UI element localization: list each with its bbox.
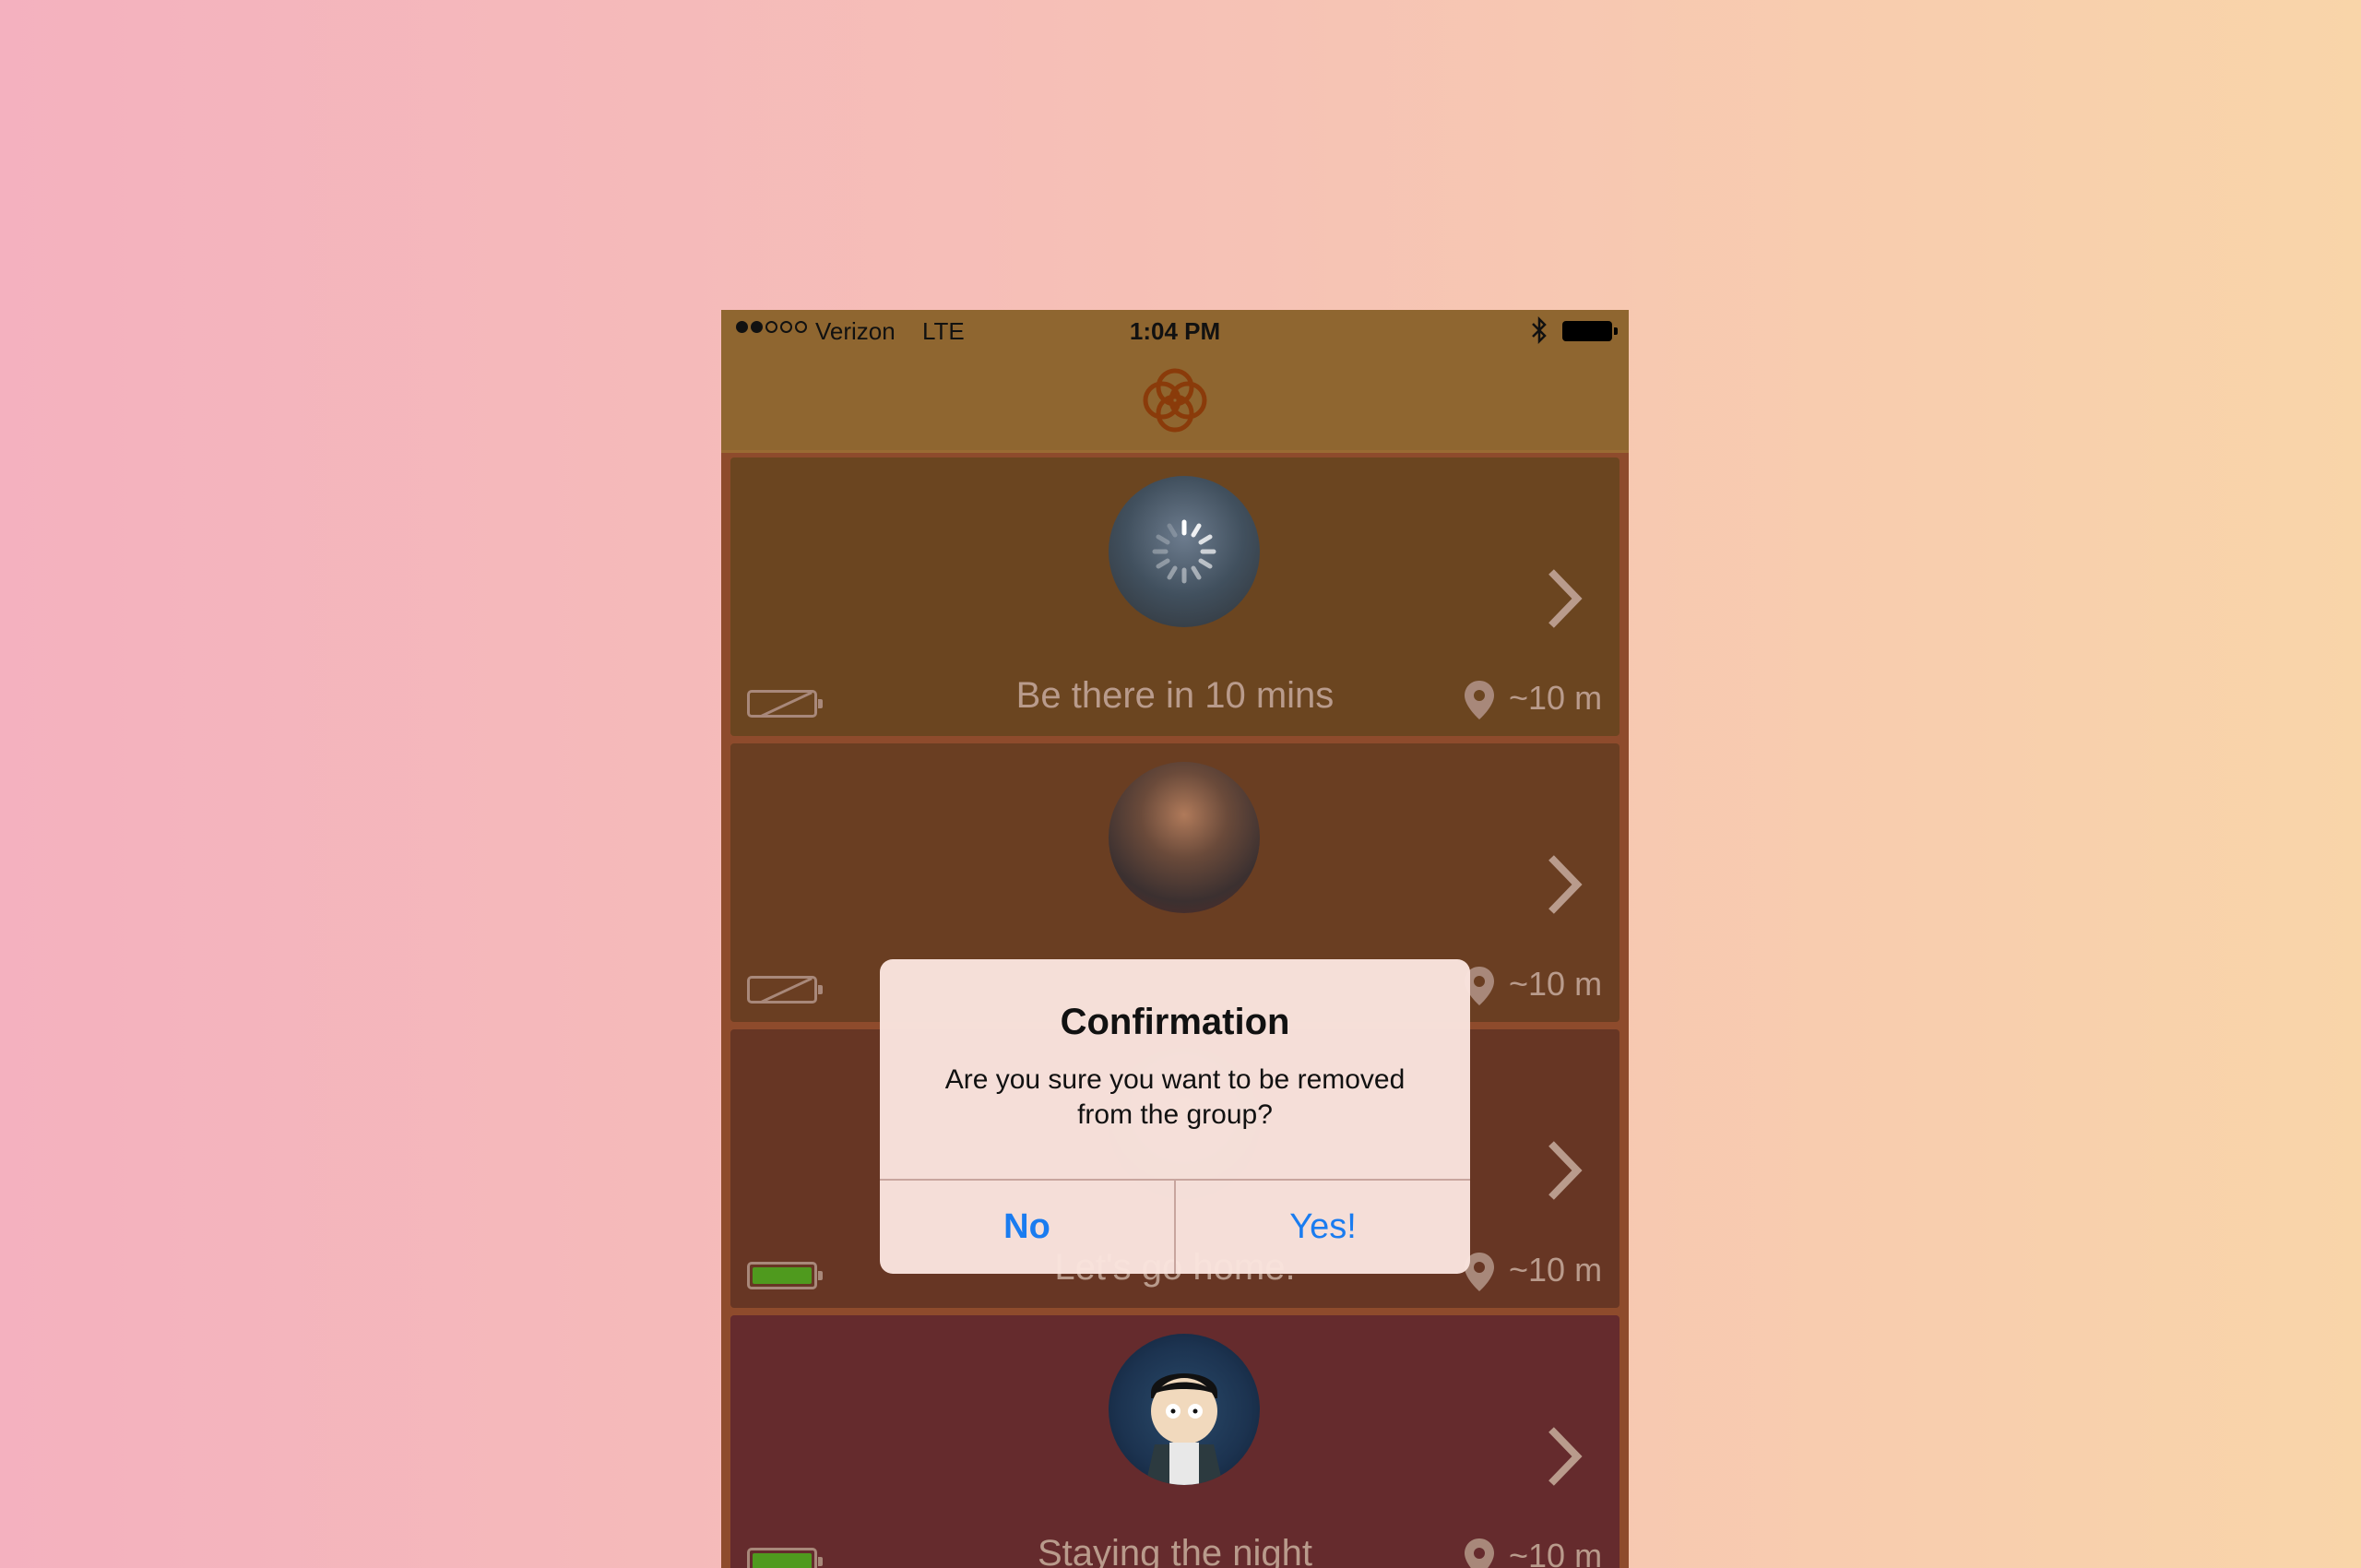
member-distance: ~10 m bbox=[1509, 1537, 1603, 1568]
yes-button[interactable]: Yes! bbox=[1176, 1181, 1470, 1274]
dialog-message: Are you sure you want to be removed from… bbox=[944, 1064, 1406, 1130]
status-bar: Verizon LTE 1:04 PM bbox=[721, 310, 1629, 354]
member-card[interactable]: Be there in 10 mins ~10 m bbox=[730, 457, 1619, 736]
bluetooth-icon bbox=[1532, 315, 1547, 345]
phone-screen: Verizon LTE 1:04 PM Be there in 10 mins … bbox=[721, 310, 1629, 1568]
location-pin-icon bbox=[1465, 1538, 1494, 1568]
avatar bbox=[1109, 762, 1260, 913]
clock: 1:04 PM bbox=[1129, 317, 1221, 345]
navigation-bar: Verizon LTE 1:04 PM bbox=[721, 310, 1629, 453]
member-distance: ~10 m bbox=[1509, 1251, 1603, 1289]
member-card[interactable]: Staying the night ~10 m bbox=[730, 1315, 1619, 1568]
avatar bbox=[1109, 476, 1260, 627]
battery-empty-icon bbox=[747, 976, 823, 1004]
battery-status-icon bbox=[1562, 321, 1618, 341]
cartoon-character-icon bbox=[1145, 1373, 1223, 1485]
member-distance: ~10 m bbox=[1509, 679, 1603, 717]
knot-logo-icon bbox=[1143, 368, 1207, 433]
confirmation-dialog: Confirmation Are you sure you want to be… bbox=[880, 959, 1470, 1274]
no-button[interactable]: No bbox=[880, 1181, 1174, 1274]
chevron-right-icon[interactable] bbox=[1542, 1138, 1586, 1203]
dialog-title: Confirmation bbox=[1060, 1002, 1290, 1042]
chevron-right-icon[interactable] bbox=[1542, 566, 1586, 631]
location-pin-icon bbox=[1465, 681, 1494, 719]
chevron-right-icon[interactable] bbox=[1542, 1424, 1586, 1489]
chevron-right-icon[interactable] bbox=[1542, 852, 1586, 917]
member-distance: ~10 m bbox=[1509, 965, 1603, 1003]
avatar bbox=[1109, 1334, 1260, 1485]
loading-spinner-icon bbox=[1152, 519, 1216, 584]
